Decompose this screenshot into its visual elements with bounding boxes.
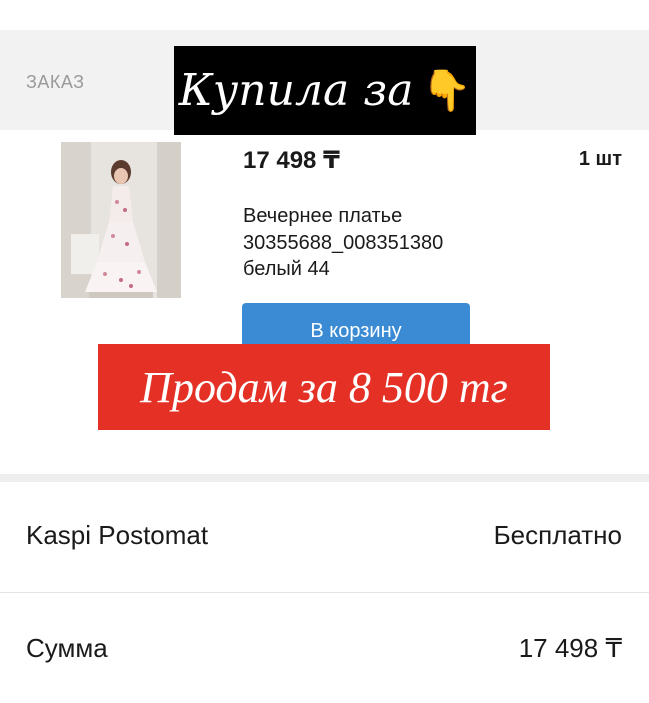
sell-for-overlay: Продам за 8 500 тг: [98, 344, 550, 430]
delivery-row: Kaspi Postomat Бесплатно: [0, 482, 649, 592]
item-name: Вечернее платье: [243, 205, 403, 227]
pointing-down-hand-icon: 👇: [421, 68, 472, 114]
bought-for-text: Купила за: [178, 65, 414, 116]
total-label: Сумма: [26, 633, 108, 663]
section-divider: [0, 474, 649, 482]
sell-for-text: Продам за 8 500 тг: [140, 362, 508, 412]
item-variant: белый 44: [243, 258, 330, 280]
item-quantity: 1 шт: [578, 148, 622, 170]
item-sku: 30355688_008351380: [243, 232, 444, 254]
top-gap: [0, 0, 649, 30]
product-image[interactable]: [61, 142, 181, 298]
total-row: Сумма 17 498 ₸: [0, 593, 649, 703]
delivery-method-label: Kaspi Postomat: [26, 520, 209, 550]
dress-photo-icon: [61, 142, 181, 298]
delivery-cost-value: Бесплатно: [493, 520, 622, 550]
bought-for-overlay: Купила за 👇: [174, 46, 476, 135]
order-section-title: ЗАКАЗ: [26, 72, 85, 92]
total-value: 17 498 ₸: [518, 633, 622, 663]
item-price: 17 498 ₸: [243, 147, 340, 174]
